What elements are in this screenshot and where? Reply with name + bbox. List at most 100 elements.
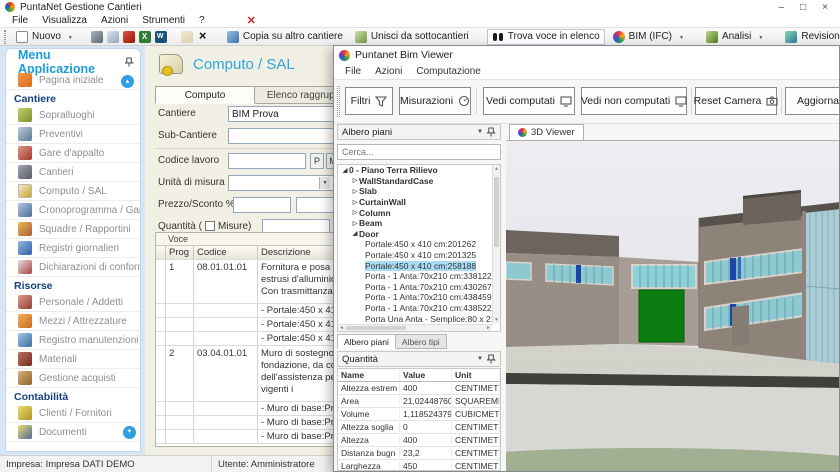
tree-node-column[interactable]: ▷Column — [338, 207, 500, 218]
word-export-icon[interactable] — [155, 31, 167, 43]
excel-export-icon[interactable] — [139, 31, 151, 43]
menu-file[interactable]: File — [6, 15, 34, 26]
dialog-menu-file[interactable]: File — [338, 66, 368, 77]
tab-computo[interactable]: Computo — [155, 86, 255, 104]
tree-node-curtainwall[interactable]: ▷CurtainWall — [338, 197, 500, 208]
codice-lavoro-input[interactable] — [228, 153, 306, 169]
pin-icon[interactable] — [487, 354, 496, 365]
new-button[interactable]: Nuovo — [12, 30, 77, 44]
delete-icon[interactable] — [197, 31, 209, 43]
col-prog[interactable]: Prog — [166, 246, 194, 259]
scroll-up-icon[interactable]: ▲ — [121, 75, 134, 88]
tree-leaf[interactable]: Porta - 1 Anta:70x210 cm:430267 — [338, 282, 500, 293]
tree-leaf[interactable]: Portale:450 x 410 cm:201262 — [338, 239, 500, 250]
sidebar-item-cronoprogramma[interactable]: Cronoprogramma / Gantt — [6, 201, 140, 220]
chevron-down-icon[interactable]: ▼ — [477, 356, 483, 362]
misure-checkbox[interactable] — [205, 221, 215, 231]
sidebar-item-registri-giornalieri[interactable]: Registri giornalieri — [6, 239, 140, 258]
unita-misura-select[interactable] — [228, 175, 334, 191]
vedi-computati-button[interactable]: Vedi computati — [483, 87, 575, 115]
expander-icon[interactable]: ▷ — [351, 188, 359, 195]
tree-leaf[interactable]: Porta - 1 Anta:70x210 cm:338122 — [338, 271, 500, 282]
sidebar-item-gare-appalto[interactable]: Gare d'appalto — [6, 144, 140, 163]
pin-icon[interactable] — [487, 127, 496, 138]
col-unit[interactable]: Unit — [452, 370, 500, 380]
codice-p-button[interactable]: P — [310, 153, 324, 169]
copy-to-site-button[interactable]: Copia su altro cantiere — [223, 30, 347, 44]
sidebar-item-squadre[interactable]: Squadre / Rapportini — [6, 220, 140, 239]
sidebar-item-dichiarazioni[interactable]: Dichiarazioni di conformità — [6, 258, 140, 277]
tree-leaf[interactable]: Porta - 1 Anta:70x210 cm:438459 — [338, 292, 500, 303]
menu-azioni[interactable]: Azioni — [95, 15, 134, 26]
scroll-down-icon[interactable]: ▼ — [123, 426, 136, 439]
tree-leaf[interactable]: Porta Una Anta - Semplice:80 x 210 — [338, 313, 500, 324]
sidebar-item-personale[interactable]: Personale / Addetti — [6, 293, 140, 312]
expander-icon[interactable]: ▷ — [351, 220, 359, 227]
tree-node-root[interactable]: ◢0 - Piano Terra Rilievo — [338, 165, 500, 176]
col-value[interactable]: Value — [400, 370, 452, 380]
reset-camera-button[interactable]: Reset Camera — [695, 87, 777, 115]
sidebar-item-mezzi[interactable]: Mezzi / Attrezzature — [6, 312, 140, 331]
sidebar-item-sopralluoghi[interactable]: Sopralluoghi — [6, 106, 140, 125]
dialog-titlebar[interactable]: Puntanet Bim Viewer — [334, 46, 839, 64]
dialog-menu-azioni[interactable]: Azioni — [368, 66, 409, 77]
toolbar-grip[interactable] — [4, 30, 6, 44]
minimize-button[interactable]: – — [779, 2, 785, 13]
expander-icon[interactable]: ◢ — [341, 167, 349, 174]
expander-icon[interactable]: ◢ — [351, 230, 359, 237]
sidebar-item-registro-manutenzioni[interactable]: Registro manutenzioni — [6, 331, 140, 350]
toolbar-close-icon[interactable]: ✕ — [247, 14, 256, 27]
tree-search-input[interactable] — [337, 144, 501, 160]
tree-leaf[interactable]: Portale:450 x 410 cm:201325 — [338, 250, 500, 261]
tree-horizontal-scrollbar[interactable]: ◄► — [338, 324, 492, 331]
menu-help[interactable]: ? — [193, 15, 211, 26]
restore-button[interactable]: □ — [800, 2, 806, 13]
sidebar-item-documenti[interactable]: Documenti▼ — [6, 423, 140, 442]
tree-node-slab[interactable]: ▷Slab — [338, 186, 500, 197]
tree-node-door[interactable]: ◢Door — [338, 229, 500, 240]
bim-ifc-button[interactable]: BIM (IFC) — [609, 30, 688, 44]
printer-icon[interactable] — [91, 31, 103, 43]
toolbar-grip[interactable] — [337, 86, 340, 117]
tab-albero-piani[interactable]: Albero piani — [337, 334, 396, 349]
close-button[interactable]: × — [822, 2, 828, 13]
quantity-panel-header[interactable]: Quantità ▼ — [337, 351, 501, 367]
sidebar-item-gestione-acquisti[interactable]: Gestione acquisti — [6, 369, 140, 388]
misurazioni-button[interactable]: Misurazioni — [399, 87, 471, 115]
chevron-down-icon[interactable]: ▼ — [477, 129, 483, 135]
tree-node-beam[interactable]: ▷Beam — [338, 218, 500, 229]
sidebar-item-preventivi[interactable]: Preventivi — [6, 125, 140, 144]
col-name[interactable]: Name — [338, 370, 400, 380]
3d-viewport[interactable] — [506, 140, 839, 471]
find-item-button[interactable]: Trova voce in elenco — [487, 29, 605, 45]
sidebar-item-cantieri[interactable]: Cantieri — [6, 163, 140, 182]
tree-leaf-selected[interactable]: Portale:450 x 410 cm:258188 — [338, 260, 500, 271]
vedi-non-computati-button[interactable]: Vedi non computati — [581, 87, 687, 115]
dialog-menu-computazione[interactable]: Computazione — [409, 66, 487, 77]
filtri-button[interactable]: Filtri — [345, 87, 393, 115]
sidebar-item-computo-sal[interactable]: Computo / SAL — [6, 182, 140, 201]
tab-3d-viewer[interactable]: 3D Viewer — [509, 124, 584, 140]
aggiorna-button[interactable]: Aggiorna — [785, 87, 840, 115]
print-preview-icon[interactable] — [107, 31, 119, 43]
expander-icon[interactable]: ▷ — [351, 177, 359, 184]
tab-albero-tipi[interactable]: Albero tipi — [396, 334, 447, 349]
expander-icon[interactable]: ▷ — [351, 209, 359, 216]
merge-subsites-button[interactable]: Unisci da sottocantieri — [351, 30, 473, 44]
col-codice[interactable]: Codice — [194, 246, 258, 259]
sidebar-item-materiali[interactable]: Materiali — [6, 350, 140, 369]
analisi-button[interactable]: Analisi — [702, 30, 767, 44]
revisione-button[interactable]: Revisione — [781, 30, 840, 44]
menu-strumenti[interactable]: Strumenti — [136, 15, 191, 26]
sidebar-item-clienti[interactable]: Clienti / Fornitori — [6, 404, 140, 423]
menu-visualizza[interactable]: Visualizza — [36, 15, 93, 26]
tree-leaf[interactable]: Porta - 1 Anta:70x210 cm:438522 — [338, 303, 500, 314]
pin-icon[interactable] — [125, 57, 134, 68]
tree-panel-header[interactable]: Albero piani ▼ — [337, 124, 501, 140]
expander-icon[interactable]: ▷ — [351, 199, 359, 206]
tree-node-wallstandardcase[interactable]: ▷WallStandardCase — [338, 176, 500, 187]
sconto-input[interactable] — [296, 197, 334, 213]
pdf-export-icon[interactable] — [123, 31, 135, 43]
open-folder-icon[interactable] — [181, 31, 193, 43]
prezzo-input[interactable] — [233, 197, 291, 213]
